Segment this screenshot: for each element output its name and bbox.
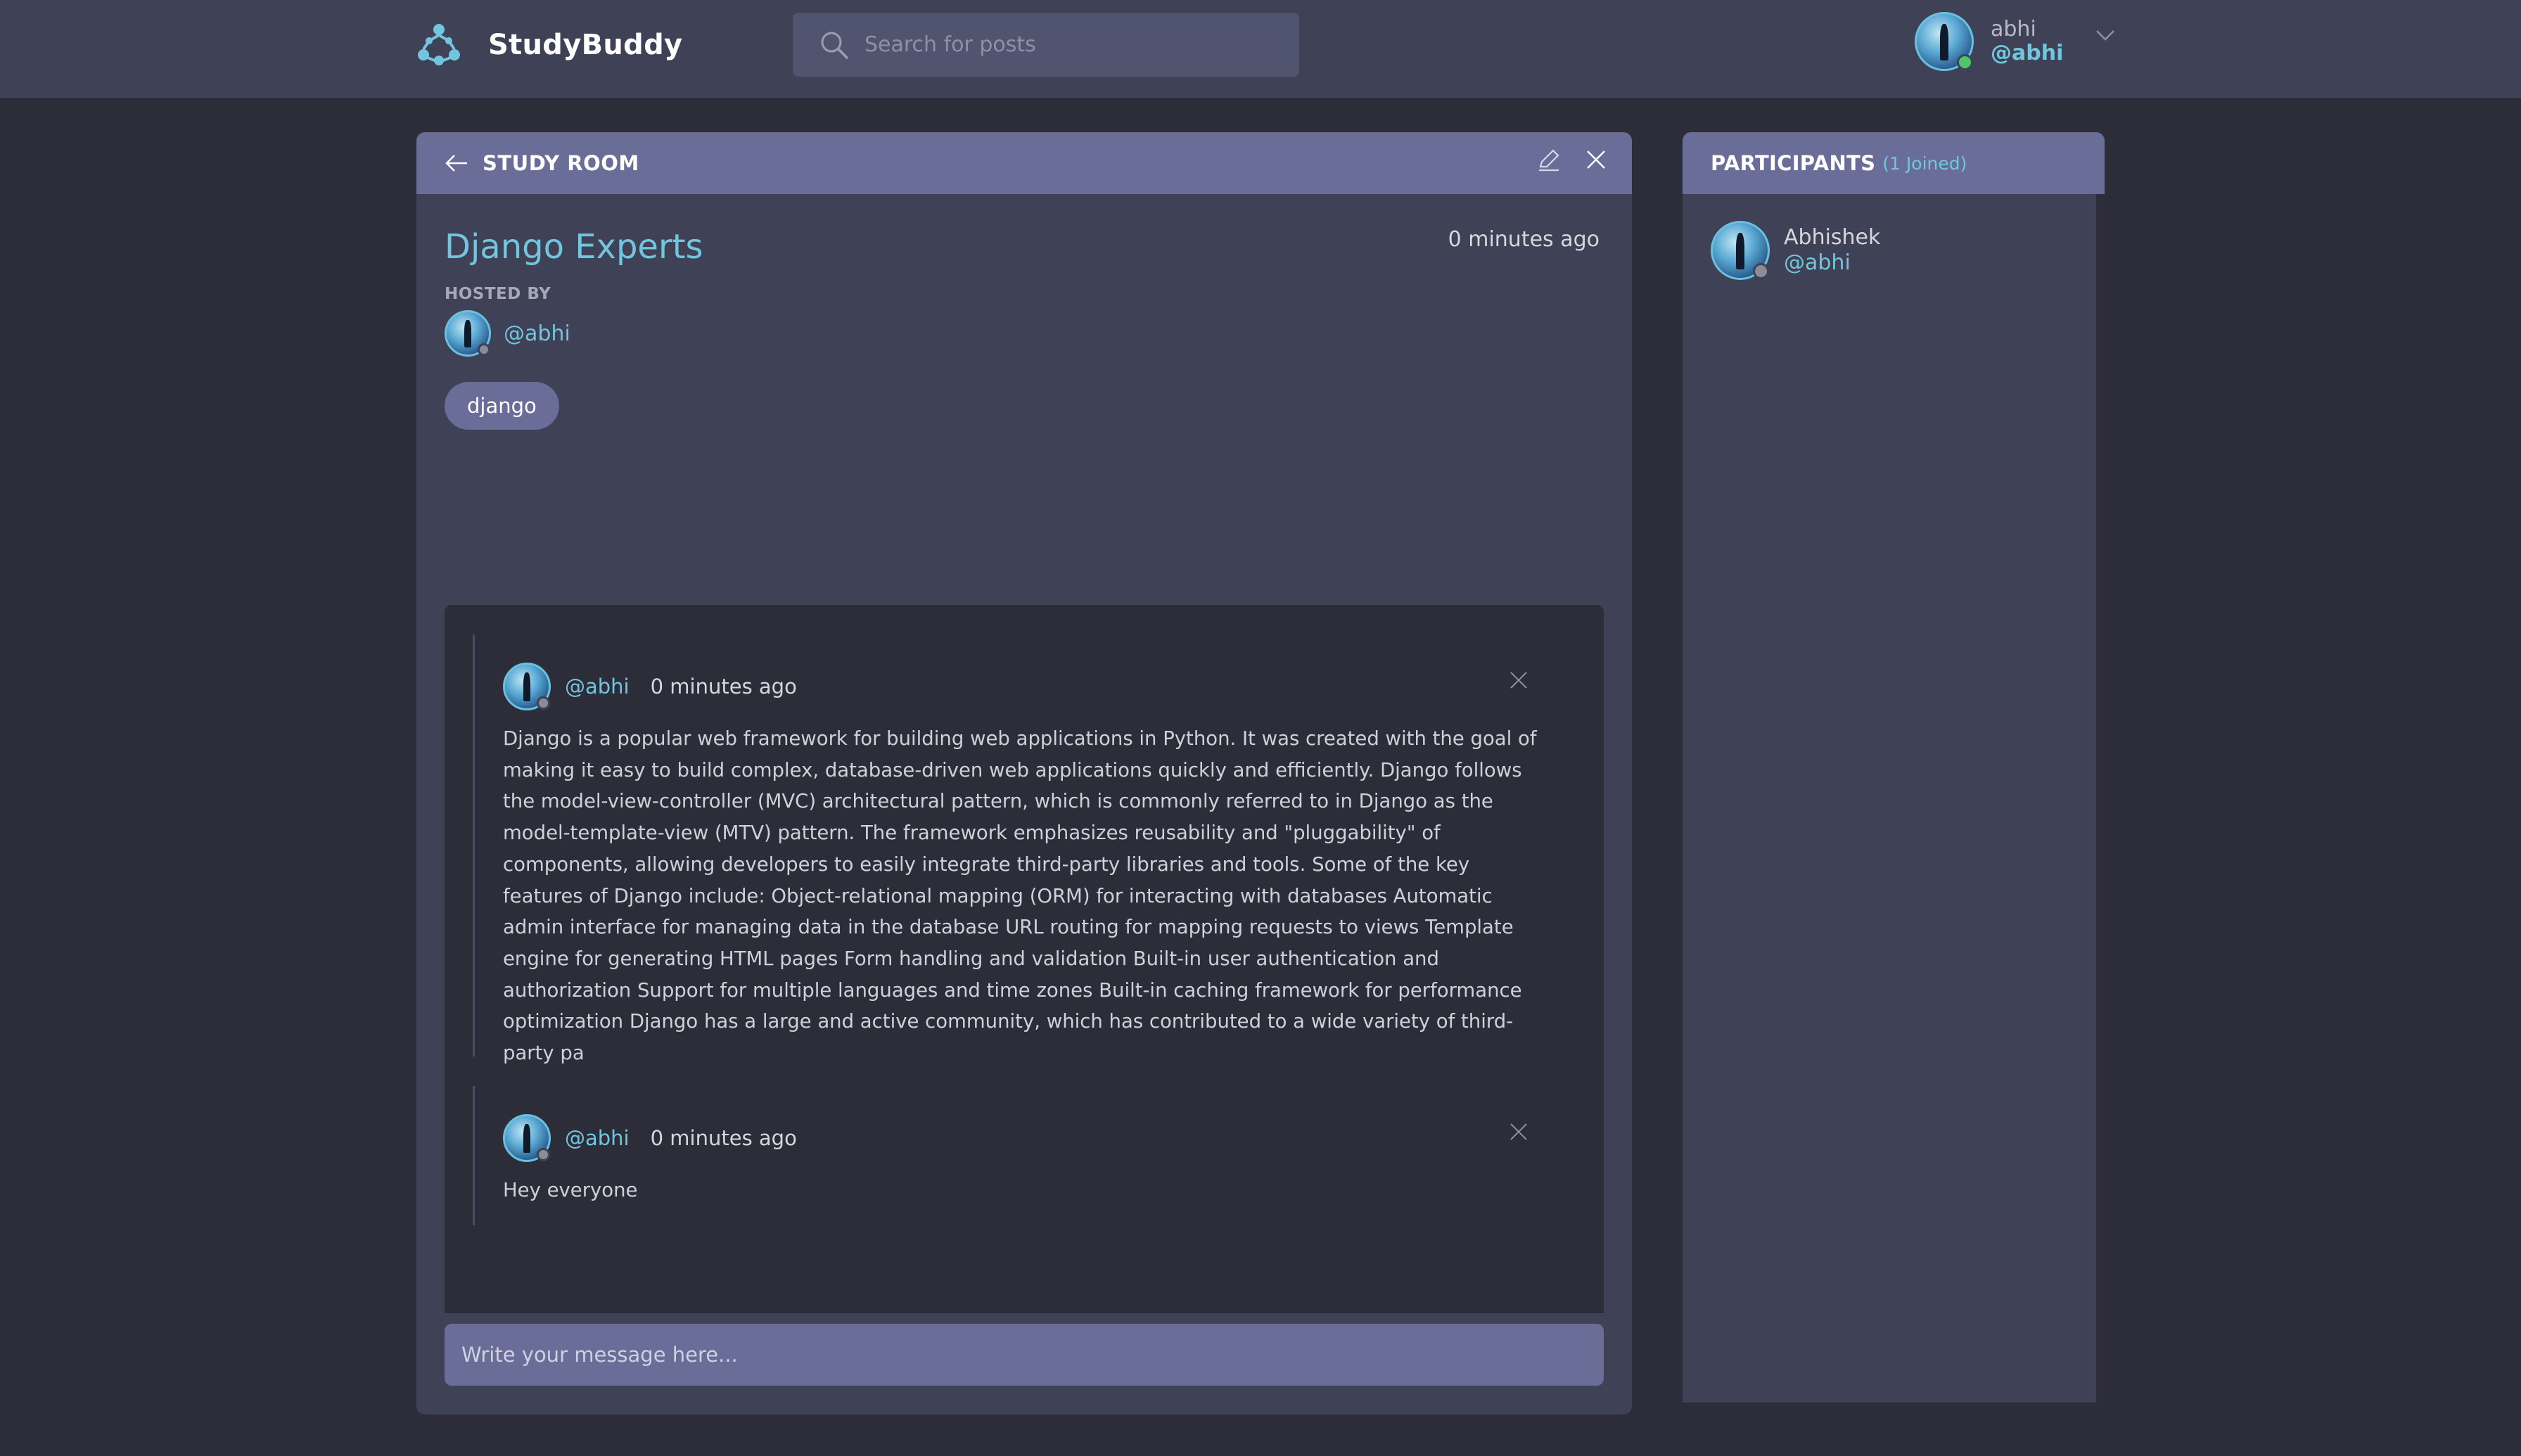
room-host[interactable]: @abhi	[445, 310, 570, 357]
user-name: abhi	[1991, 16, 2036, 41]
delete-message-icon[interactable]	[1508, 1121, 1529, 1142]
participants-header: PARTICIPANTS (1 Joined)	[1683, 132, 2105, 194]
message-author[interactable]: @abhi	[565, 1126, 630, 1150]
search-icon	[821, 32, 848, 59]
avatar[interactable]	[1711, 221, 1770, 280]
message-time: 0 minutes ago	[650, 1126, 797, 1150]
room-header: STUDY ROOM	[416, 132, 1632, 194]
search-input[interactable]	[864, 32, 1287, 57]
room-header-title: STUDY ROOM	[483, 151, 639, 175]
participants-panel: PARTICIPANTS (1 Joined) Abhishek @abhi	[1683, 132, 2105, 1403]
participants-scrollbar-track[interactable]	[2096, 194, 2105, 1403]
molecule-icon	[418, 24, 460, 65]
message-input[interactable]	[461, 1343, 1573, 1367]
message-body: Hey everyone	[503, 1179, 638, 1201]
message-item: @abhi 0 minutes ago Hey everyone	[473, 1086, 1584, 1225]
edit-icon[interactable]	[1536, 147, 1562, 172]
search-bar[interactable]	[793, 13, 1299, 77]
participant-name: Abhishek	[1784, 225, 1881, 250]
avatar[interactable]	[503, 1114, 551, 1162]
user-handle: @abhi	[1991, 41, 2064, 65]
participants-count: (1 Joined)	[1882, 153, 1967, 174]
close-icon[interactable]	[1584, 148, 1608, 172]
delete-message-icon[interactable]	[1508, 670, 1529, 691]
message-item: @abhi 0 minutes ago Django is a popular …	[473, 634, 1584, 1064]
status-dot	[1752, 262, 1769, 279]
study-room-panel: STUDY ROOM Django Experts 0 minutes ago …	[416, 132, 1632, 1415]
status-dot	[537, 1148, 550, 1161]
message-author[interactable]: @abhi	[565, 675, 630, 698]
chevron-down-icon[interactable]	[2093, 23, 2118, 48]
message-time: 0 minutes ago	[650, 675, 797, 698]
app-name: StudyBuddy	[488, 29, 683, 61]
conversation-thread[interactable]: @abhi 0 minutes ago Django is a popular …	[445, 605, 1604, 1313]
avatar[interactable]	[1915, 12, 1974, 71]
participant-item[interactable]: Abhishek @abhi	[1711, 221, 1880, 280]
message-composer[interactable]	[445, 1324, 1604, 1386]
back-arrow-icon[interactable]	[443, 150, 470, 177]
app-logo[interactable]: StudyBuddy	[414, 20, 682, 70]
online-status-dot	[1956, 53, 1973, 70]
room-created-time: 0 minutes ago	[1448, 227, 1600, 252]
participants-title: PARTICIPANTS	[1711, 151, 1876, 175]
host-handle[interactable]: @abhi	[504, 321, 570, 346]
message-body: Django is a popular web framework for bu…	[503, 727, 1537, 1065]
hosted-by-label: HOSTED BY	[445, 285, 551, 303]
room-title: Django Experts	[445, 227, 703, 267]
user-menu[interactable]: abhi @abhi	[1915, 12, 2118, 71]
avatar[interactable]	[445, 310, 491, 357]
participant-handle[interactable]: @abhi	[1784, 250, 1880, 276]
status-dot	[537, 696, 550, 710]
status-dot	[478, 343, 490, 356]
top-navbar: StudyBuddy abhi @abhi	[0, 0, 2521, 98]
avatar[interactable]	[503, 663, 551, 710]
topic-tag[interactable]: django	[445, 382, 559, 430]
